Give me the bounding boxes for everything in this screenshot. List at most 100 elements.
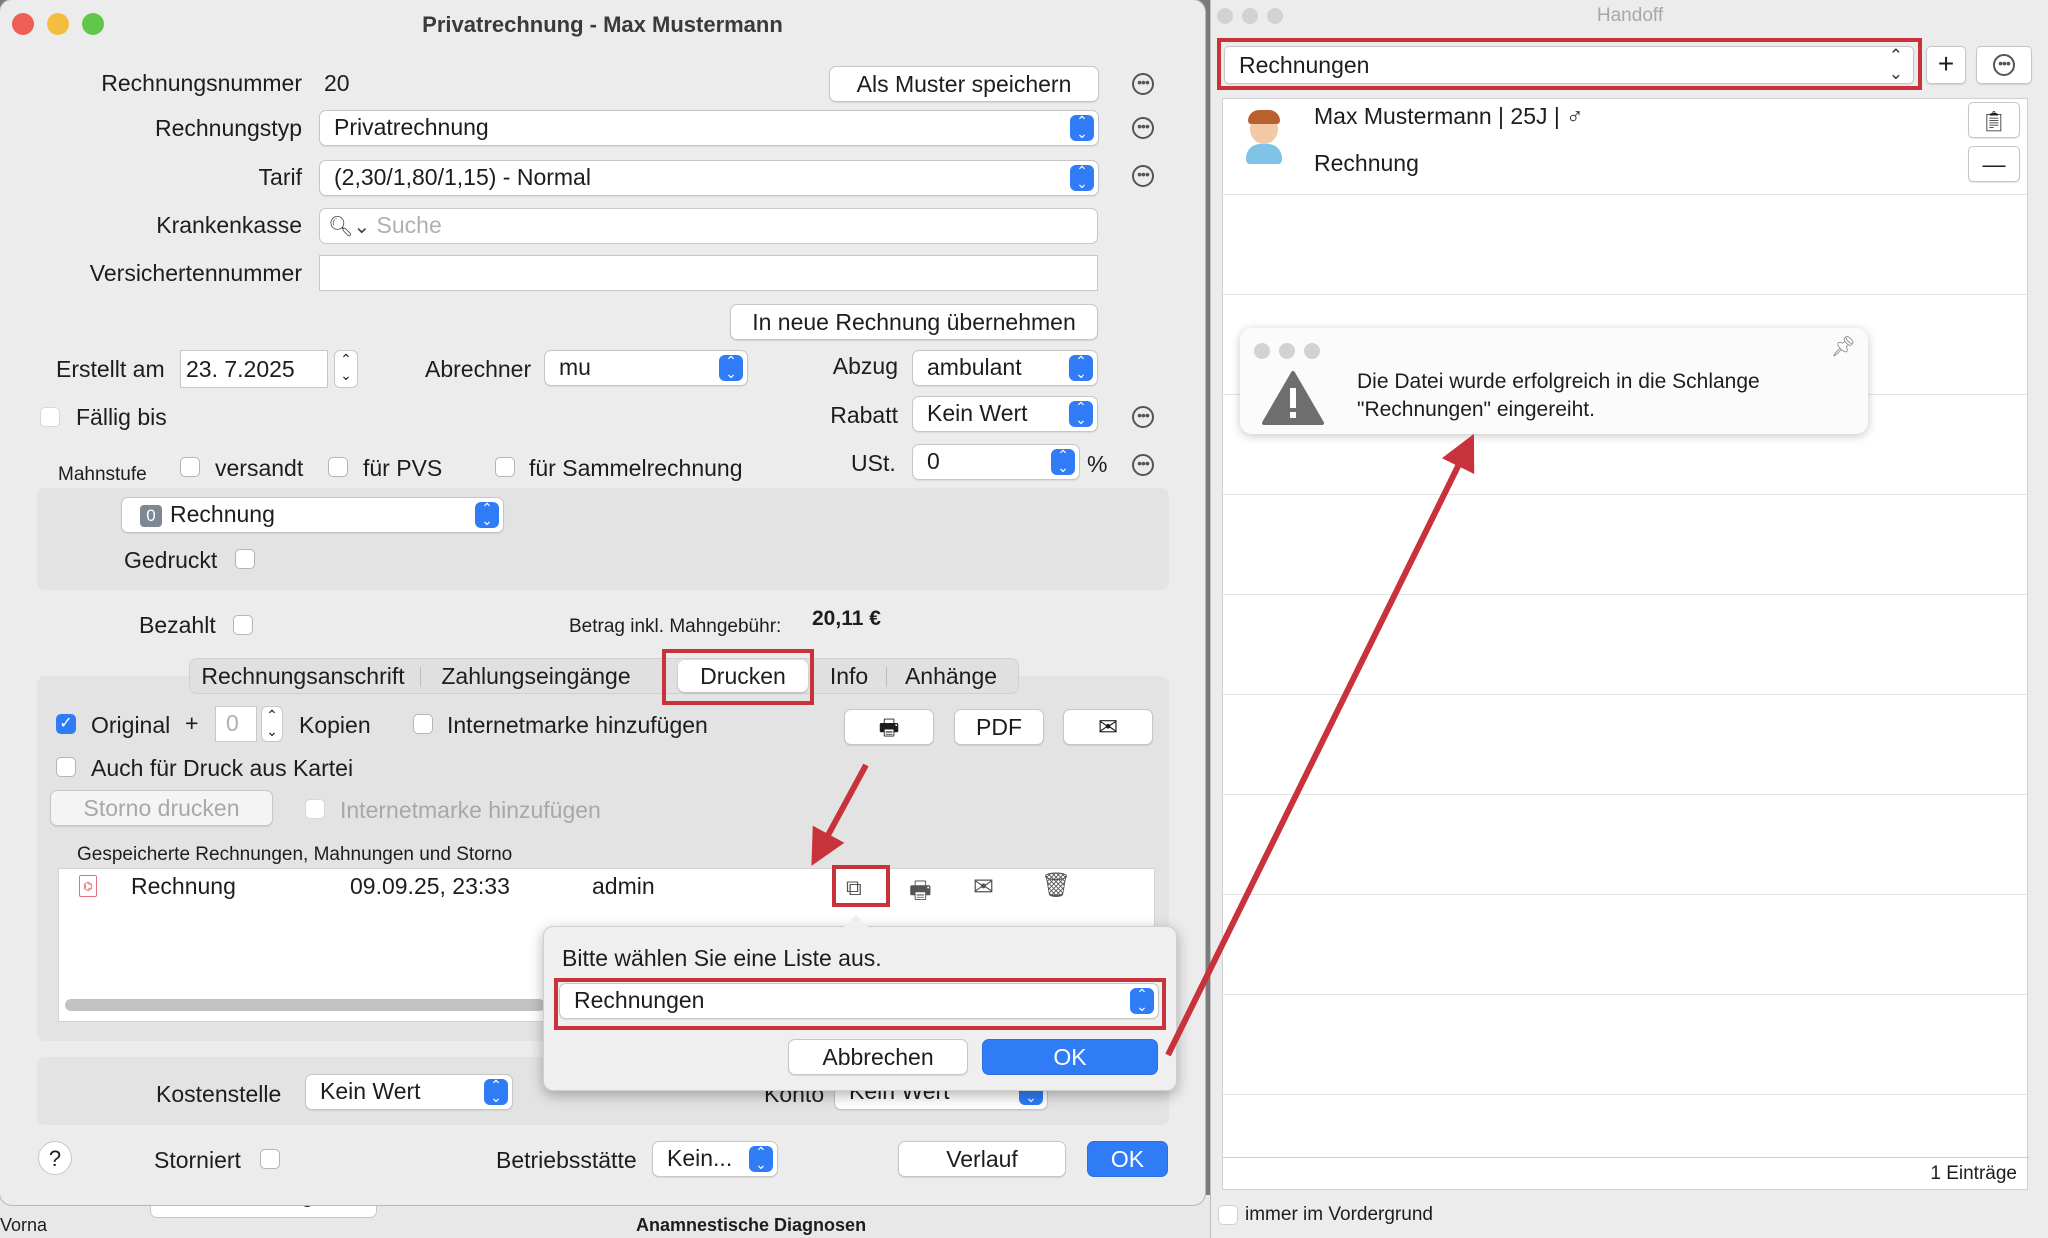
close-notification-button[interactable] — [1254, 343, 1270, 359]
print-storno-button[interactable]: Storno drucken — [50, 790, 273, 826]
original-checkbox[interactable]: ✓ — [56, 714, 76, 734]
popover-arrow — [844, 915, 868, 927]
tab-info[interactable]: Info — [816, 659, 882, 693]
cancelled-checkbox[interactable] — [260, 1149, 280, 1169]
more-options-icon[interactable]: ••• — [1132, 165, 1154, 187]
dunning-level-badge: 0 — [140, 504, 162, 527]
pvs-checkbox[interactable] — [328, 457, 348, 477]
site-label: Betriebsstätte — [496, 1147, 637, 1173]
vat-field[interactable]: 0 ⌃ ⌄ — [912, 444, 1080, 480]
pin-icon[interactable]: 📌︎ — [1831, 334, 1856, 359]
remove-item-button[interactable]: — — [1968, 146, 2020, 182]
stamp-label: Internetmarke hinzufügen — [447, 712, 708, 738]
due-date-checkbox[interactable] — [40, 407, 60, 427]
chevron-updown-icon: ⌃⌄ — [749, 1145, 773, 1172]
patient-avatar — [1240, 110, 1288, 166]
table-row[interactable]: ⌬ Rechnung 09.09.25, 23:33 admin ⧉ 🖶 ✉ 🗑 — [59, 869, 1154, 904]
clipboard-button[interactable]: 📋︎ — [1968, 102, 2020, 138]
amount-value: 20,11 € — [812, 607, 881, 630]
tab-payments[interactable]: Zahlungseingänge — [434, 659, 638, 693]
printed-checkbox[interactable] — [235, 549, 255, 569]
cancel-button[interactable]: Abbrechen — [788, 1039, 968, 1075]
vat-unit: % — [1087, 451, 1108, 477]
horizontal-scrollbar[interactable] — [65, 999, 545, 1011]
handoff-options-button[interactable]: ••• — [1976, 46, 2032, 84]
trash-icon[interactable]: 🗑 — [1041, 871, 1071, 900]
stamp-disabled-checkbox[interactable] — [305, 799, 325, 819]
background-text: Vorna — [0, 1215, 48, 1235]
tab-bar: Rechnungsanschrift Zahlungseingänge Druc… — [189, 658, 1019, 694]
discount-select[interactable]: Kein Wert ⌃ ⌄ — [912, 396, 1098, 432]
email-button[interactable]: ✉ — [1063, 709, 1153, 745]
chevron-updown-icon: ⌃⌄ — [719, 354, 743, 381]
insured-number-field[interactable] — [319, 255, 1098, 291]
stamp-checkbox[interactable] — [413, 714, 433, 734]
ok-button[interactable]: OK — [1087, 1141, 1168, 1177]
background-diagnoses-label: Anamnestische Diagnosen — [636, 1215, 867, 1235]
from-file-checkbox[interactable] — [56, 757, 76, 777]
tariff-label: Tarif — [258, 164, 302, 190]
paid-label: Bezahlt — [139, 612, 216, 638]
copies-stepper[interactable]: ⌃ ⌄ — [261, 706, 283, 742]
row-date: 09.09.25, 23:33 — [350, 873, 510, 899]
paid-checkbox[interactable] — [233, 615, 253, 635]
plus-sign: + — [185, 710, 199, 736]
dunning-level-select[interactable]: 0 Rechnung ⌃ ⌄ — [121, 497, 504, 533]
discount-label: Rabatt — [830, 402, 898, 428]
patient-line: Max Mustermann | 25J | ♂ — [1314, 103, 1584, 129]
envelope-icon[interactable]: ✉ — [973, 872, 994, 902]
clipboard-icon: 📋︎ — [1981, 111, 2007, 133]
always-on-top-label: immer im Vordergrund — [1245, 1204, 1433, 1225]
highlight-print-tab — [662, 649, 814, 705]
help-button[interactable]: ? — [38, 1141, 72, 1175]
more-options-icon[interactable]: ••• — [1132, 117, 1154, 139]
minimize-notification-button[interactable] — [1279, 343, 1295, 359]
collective-invoice-checkbox[interactable] — [495, 457, 515, 477]
add-list-button[interactable]: + — [1926, 46, 1966, 84]
history-button[interactable]: Verlauf — [898, 1141, 1066, 1177]
warning-icon — [1262, 371, 1324, 425]
biller-select[interactable]: mu ⌃ ⌄ — [544, 350, 748, 386]
item-label: Rechnung — [1314, 150, 1419, 176]
chevron-updown-icon: ⌃⌄ — [475, 501, 499, 528]
notification-message-line2: "Rechnungen" eingereiht. — [1357, 398, 1595, 421]
deduction-select[interactable]: ambulant ⌃ ⌄ — [912, 350, 1098, 386]
created-date-field[interactable]: 23. 7.2025 — [180, 350, 328, 388]
tab-attachments[interactable]: Anhänge — [893, 659, 1009, 693]
original-label: Original — [91, 712, 171, 738]
transfer-to-new-invoice-button[interactable]: In neue Rechnung übernehmen — [730, 304, 1098, 340]
printed-label: Gedruckt — [124, 547, 218, 573]
copies-field[interactable]: 0 — [215, 706, 257, 742]
sent-checkbox[interactable] — [180, 457, 200, 477]
zoom-notification-button[interactable] — [1304, 343, 1320, 359]
cost-center-select[interactable]: Kein Wert ⌃ ⌄ — [305, 1074, 513, 1110]
tariff-select[interactable]: (2,30/1,80/1,15) - Normal ⌃ ⌄ — [319, 160, 1099, 196]
notification-message-line1: Die Datei wurde erfolgreich in die Schla… — [1357, 370, 1760, 393]
sheet-ok-button[interactable]: OK — [982, 1039, 1158, 1075]
more-options-icon[interactable]: ••• — [1132, 406, 1154, 428]
more-options-icon: ••• — [1993, 54, 2015, 76]
more-options-icon[interactable]: ••• — [1132, 454, 1154, 476]
pdf-button[interactable]: PDF — [954, 709, 1044, 745]
site-select[interactable]: Kein... ⌃ ⌄ — [652, 1141, 778, 1177]
cancelled-label: Storniert — [154, 1147, 241, 1173]
always-on-top-checkbox[interactable] — [1218, 1205, 1238, 1225]
highlight-handoff-select — [1217, 38, 1922, 90]
chevron-updown-icon: ⌃⌄ — [1069, 400, 1093, 427]
date-stepper[interactable]: ⌃ ⌄ — [334, 350, 358, 388]
from-file-label: Auch für Druck aus Kartei — [91, 755, 354, 781]
printer-icon[interactable]: 🖶 — [909, 873, 932, 914]
invoice-type-select[interactable]: Privatrechnung ⌃ ⌄ — [319, 110, 1099, 146]
chevron-updown-icon: ⌃⌄ — [484, 1078, 508, 1105]
pdf-file-icon: ⌬ — [79, 875, 97, 897]
invoice-number-value: 20 — [324, 70, 350, 96]
more-options-icon[interactable]: ••• — [1132, 73, 1154, 95]
insurance-search-field[interactable]: 🔍︎⌄ Suche — [319, 208, 1098, 244]
biller-label: Abrechner — [425, 356, 532, 382]
invoice-number-label: Rechnungsnummer — [101, 70, 302, 96]
tab-billing-address[interactable]: Rechnungsanschrift — [198, 659, 408, 693]
save-template-button[interactable]: Als Muster speichern — [829, 66, 1099, 102]
print-button[interactable]: 🖶 — [844, 709, 934, 745]
entries-count: 1 Einträge — [1930, 1163, 2017, 1184]
chevron-updown-icon: ⌃⌄ — [1051, 448, 1075, 475]
